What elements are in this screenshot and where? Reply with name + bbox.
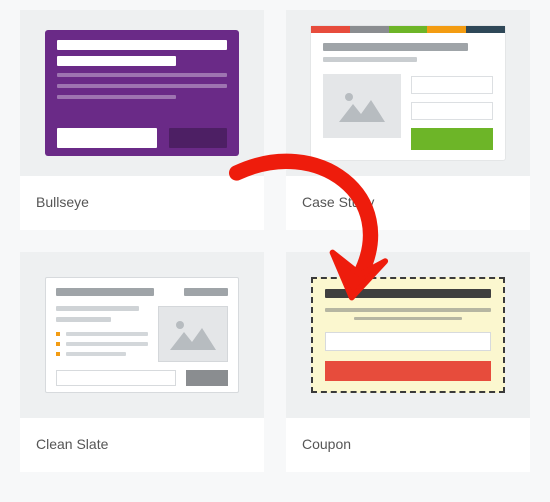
image-placeholder-icon <box>158 306 228 362</box>
template-card-clean-slate[interactable]: Clean Slate <box>20 252 264 472</box>
template-label: Coupon <box>286 418 530 472</box>
button-placeholder-icon <box>325 361 491 381</box>
coupon-preview <box>311 277 505 393</box>
image-placeholder-icon <box>323 74 401 138</box>
button-placeholder-icon <box>186 370 228 386</box>
template-thumbnail-bullseye <box>20 10 264 176</box>
template-thumbnail-coupon <box>286 252 530 418</box>
case-study-preview <box>311 26 505 160</box>
template-thumbnail-case-study <box>286 10 530 176</box>
template-thumbnail-clean-slate <box>20 252 264 418</box>
template-label: Clean Slate <box>20 418 264 472</box>
clean-slate-preview <box>45 277 239 393</box>
button-placeholder-icon <box>169 128 227 148</box>
template-label: Case Study <box>286 176 530 230</box>
template-grid: Bullseye <box>20 10 530 472</box>
button-placeholder-icon <box>411 128 493 150</box>
template-card-coupon[interactable]: Coupon <box>286 252 530 472</box>
template-card-case-study[interactable]: Case Study <box>286 10 530 230</box>
input-placeholder-icon <box>325 332 491 351</box>
template-card-bullseye[interactable]: Bullseye <box>20 10 264 230</box>
input-placeholder-icon <box>57 128 157 148</box>
input-placeholder-icon <box>56 370 176 386</box>
bullseye-preview <box>45 30 239 156</box>
input-placeholder-icon <box>411 102 493 120</box>
input-placeholder-icon <box>411 76 493 94</box>
template-label: Bullseye <box>20 176 264 230</box>
